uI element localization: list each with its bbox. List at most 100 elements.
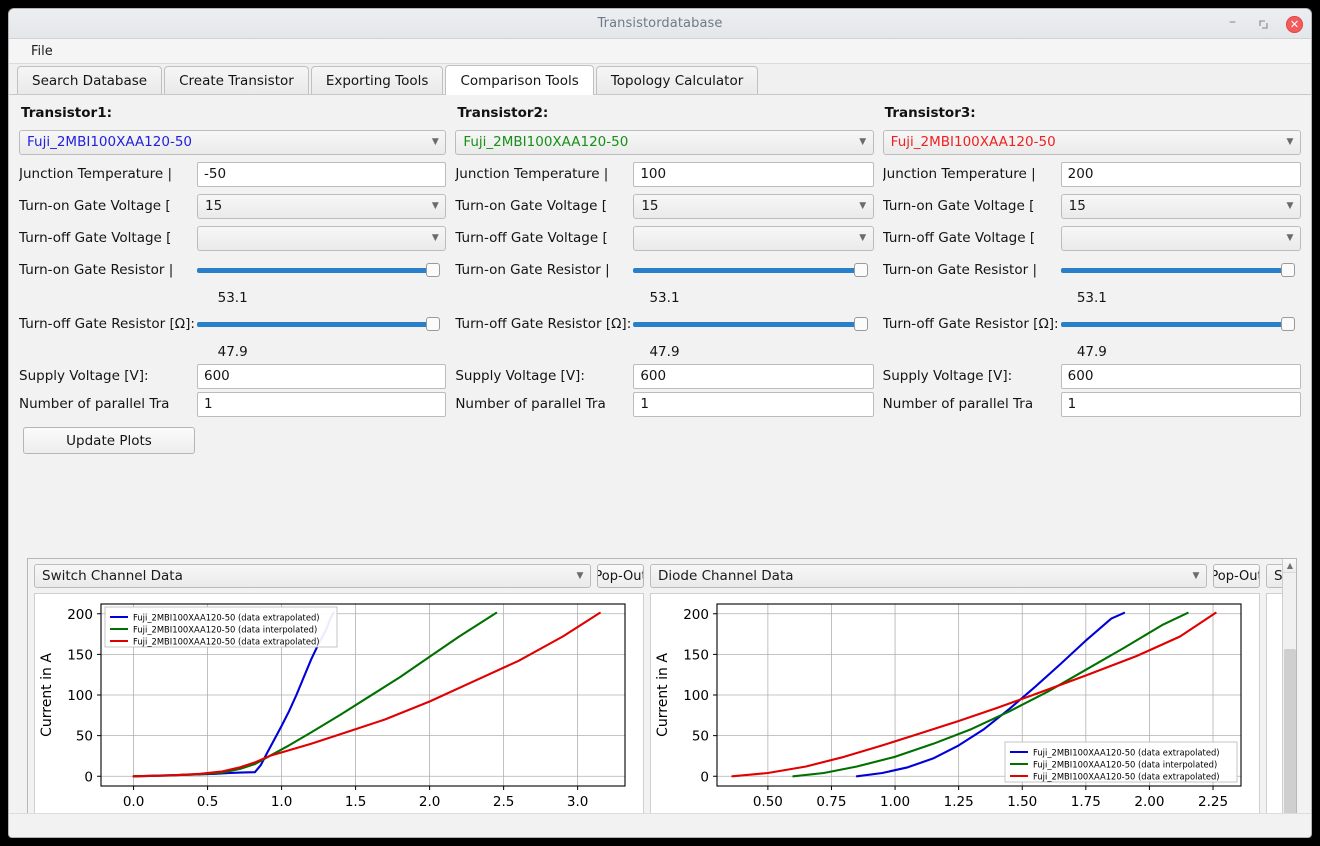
transistor2-turn-on-gate-voltage-row: Turn-on Gate Voltage [ 15 ▼ — [455, 191, 874, 221]
slider-groove — [633, 317, 868, 331]
transistor1-device-value: Fuji_2MBI100XAA120-50 — [27, 134, 192, 150]
chevron-down-icon: ▼ — [859, 137, 867, 147]
transistor3-turn-on-gate-voltage-row: Turn-on Gate Voltage [ 15 ▼ — [882, 191, 1302, 221]
maximize-restore-button[interactable] — [1255, 16, 1272, 33]
minimize-button[interactable]: – — [1224, 14, 1241, 31]
transistor1-supply-voltage-input[interactable]: 600 — [197, 363, 447, 389]
transistor2-turn-on-gate-resistor-row: Turn-on Gate Resistor | — [455, 255, 873, 285]
svg-text:1.0: 1.0 — [271, 794, 292, 810]
transistor2-parallel-transistors-label: Number of parallel Tra — [455, 396, 606, 412]
plot-2-canvas[interactable]: 0.50 0.75 1.00 1.25 1.50 1.75 2.00 2.25 0 50 100 15… — [650, 593, 1260, 837]
svg-text:2.0: 2.0 — [419, 794, 440, 810]
slider-handle[interactable] — [426, 263, 441, 277]
svg-text:2.5: 2.5 — [493, 794, 514, 810]
transistor1-turn-on-gate-resistor-label: Turn-on Gate Resistor | — [19, 262, 174, 278]
window-controls: – ✕ — [1224, 9, 1303, 39]
tab-create-transistor[interactable]: Create Transistor — [164, 66, 309, 94]
transistor2-device-value: Fuji_2MBI100XAA120-50 — [463, 134, 629, 150]
svg-text:1.00: 1.00 — [880, 794, 910, 810]
svg-text:Current in A: Current in A — [655, 653, 671, 737]
plot-1-popout-button[interactable]: Pop-Out — [597, 564, 644, 588]
transistor2-supply-voltage-row: Supply Voltage [V]: 600 — [455, 363, 874, 389]
chevron-down-icon: ▼ — [1286, 137, 1294, 147]
plot-1-canvas[interactable]: 0.00.51.01.52.02.53.0050100150200Voltage… — [34, 593, 644, 837]
vertical-scroll-thumb[interactable] — [1284, 649, 1296, 837]
slider-groove — [633, 263, 868, 277]
svg-text:Fuji_2MBI100XAA120-50 (data in: Fuji_2MBI100XAA120-50 (data interpolated… — [133, 624, 317, 634]
transistor1-turn-off-gate-voltage-select[interactable]: ▼ — [197, 225, 447, 251]
transistor2-turn-off-gate-resistor-label: Turn-off Gate Resistor [Ω]: — [455, 316, 632, 332]
tab-content-comparison-tools: Transistor1: Fuji_2MBI100XAA120-50 ▼ Jun… — [9, 95, 1311, 837]
slider-groove — [197, 317, 441, 331]
transistor1-turn-on-gate-voltage-select[interactable]: 15 ▼ — [197, 193, 447, 219]
transistor2-turn-off-gate-voltage-select[interactable]: ▼ — [633, 225, 874, 251]
transistor2-turn-on-gate-voltage-select[interactable]: 15 ▼ — [633, 193, 874, 219]
transistor3-turn-on-gate-resistor-value: 53.1 — [1076, 290, 1107, 306]
transistor1-turn-off-gate-resistor-slider[interactable] — [197, 314, 441, 334]
transistor1-junction-temperature-input[interactable]: -50 — [197, 161, 447, 187]
transistor3-turn-off-gate-voltage-select[interactable]: ▼ — [1060, 225, 1302, 251]
svg-text:200: 200 — [683, 607, 709, 623]
transistor3-device-select[interactable]: Fuji_2MBI100XAA120-50 ▼ — [882, 129, 1302, 155]
application-window: Transistordatabase – ✕ File Search Datab… — [8, 8, 1312, 838]
transistor3-junction-temperature-input[interactable]: 200 — [1060, 161, 1302, 187]
transistor2-junction-temperature-row: Junction Temperature | 100 — [455, 159, 874, 189]
transistor1-junction-temperature-label: Junction Temperature | — [19, 166, 173, 182]
transistor2-turn-on-gate-resistor-slider[interactable] — [633, 260, 868, 280]
transistor3-turn-on-gate-voltage-label: Turn-on Gate Voltage [ — [882, 198, 1035, 214]
transistor3-supply-voltage-input[interactable]: 600 — [1060, 363, 1302, 389]
plot-1-type-select[interactable]: Switch Channel Data ▼ — [34, 564, 591, 588]
transistor3-parallel-transistors-input[interactable]: 1 — [1060, 391, 1302, 417]
svg-text:Fuji_2MBI100XAA120-50 (data ex: Fuji_2MBI100XAA120-50 (data extrapolated… — [133, 636, 320, 646]
svg-text:50: 50 — [76, 729, 93, 745]
plots-vertical-scrollbar[interactable]: ▲ ▼ — [1282, 559, 1296, 837]
transistor2-device-select[interactable]: Fuji_2MBI100XAA120-50 ▼ — [455, 129, 874, 155]
transistor1-turn-on-gate-resistor-slider[interactable] — [197, 260, 441, 280]
status-bar — [9, 813, 1311, 837]
transistor1-turn-on-gate-voltage-label: Turn-on Gate Voltage [ — [19, 198, 171, 214]
transistor3-turn-on-gate-voltage-select[interactable]: 15 ▼ — [1060, 193, 1302, 219]
svg-text:0.0: 0.0 — [123, 794, 144, 810]
transistor2-turn-off-gate-resistor-slider[interactable] — [633, 314, 868, 334]
transistor2-supply-voltage-input[interactable]: 600 — [633, 363, 874, 389]
window-title: Transistordatabase — [597, 16, 723, 31]
plot-2-type-select[interactable]: Diode Channel Data ▼ — [650, 564, 1207, 588]
svg-text:2.00: 2.00 — [1134, 794, 1164, 810]
transistor3-turn-on-gate-resistor-slider[interactable] — [1060, 260, 1296, 280]
transistor1-parallel-transistors-label: Number of parallel Tra — [19, 396, 170, 412]
transistor3-heading: Transistor3: — [884, 105, 976, 121]
svg-text:100: 100 — [67, 688, 93, 704]
transistor1-device-select[interactable]: Fuji_2MBI100XAA120-50 ▼ — [19, 129, 447, 155]
transistor-parameter-forms: Transistor1: Fuji_2MBI100XAA120-50 ▼ Jun… — [9, 95, 1311, 454]
transistor1-supply-voltage-label: Supply Voltage [V]: — [19, 368, 149, 384]
tab-search-database[interactable]: Search Database — [17, 66, 163, 94]
tab-topology-calculator[interactable]: Topology Calculator — [595, 66, 759, 94]
scroll-up-arrow-icon[interactable]: ▲ — [1283, 559, 1296, 573]
tab-exporting-tools[interactable]: Exporting Tools — [310, 66, 444, 94]
transistor3-turn-off-gate-voltage-label: Turn-off Gate Voltage [ — [882, 230, 1036, 246]
transistor3-turn-off-gate-resistor-value: 47.9 — [1076, 344, 1107, 360]
tab-comparison-tools[interactable]: Comparison Tools — [445, 65, 594, 95]
transistor2-junction-temperature-input[interactable]: 100 — [633, 161, 874, 187]
slider-handle[interactable] — [853, 317, 868, 331]
plot-cell-diode-channel-data: Diode Channel Data ▼ Pop-Out 0.50 0.75 1.0… — [650, 559, 1260, 837]
chevron-down-icon: ▼ — [1192, 571, 1200, 581]
svg-text:Fuji_2MBI100XAA120-50 (data ex: Fuji_2MBI100XAA120-50 (data extrapolated… — [133, 612, 320, 622]
tab-bar: Search Database Create Transistor Export… — [9, 64, 1311, 95]
transistor3-turn-off-gate-resistor-slider[interactable] — [1060, 314, 1296, 334]
close-button[interactable]: ✕ — [1286, 15, 1303, 33]
slider-handle[interactable] — [426, 317, 441, 331]
transistor1-parallel-transistors-input[interactable]: 1 — [197, 391, 447, 417]
transistor2-parallel-transistors-row: Number of parallel Tra 1 — [455, 391, 874, 417]
slider-handle[interactable] — [1281, 317, 1296, 331]
slider-handle[interactable] — [1281, 263, 1296, 277]
transistor1-parallel-transistors-row: Number of parallel Tra 1 — [19, 391, 447, 417]
update-plots-button[interactable]: Update Plots — [23, 427, 195, 454]
transistor2-parallel-transistors-input[interactable]: 1 — [633, 391, 874, 417]
plot-2-figure: 0.50 0.75 1.00 1.25 1.50 1.75 2.00 2.25 0 50 100 15… — [655, 603, 1242, 837]
plot-2-popout-button[interactable]: Pop-Out — [1213, 564, 1260, 588]
menu-item-file[interactable]: File — [25, 42, 59, 61]
slider-handle[interactable] — [853, 263, 868, 277]
transistor3-supply-voltage-label: Supply Voltage [V]: — [882, 368, 1013, 384]
svg-text:0.5: 0.5 — [197, 794, 218, 810]
